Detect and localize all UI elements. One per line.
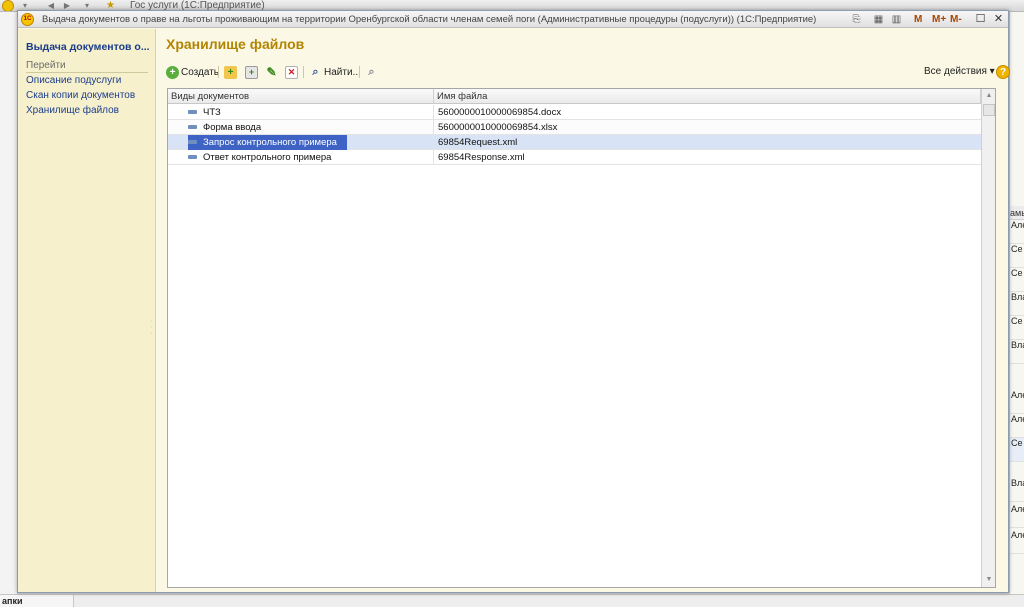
scroll-down-icon[interactable]: ▼: [982, 573, 996, 587]
help-icon[interactable]: ?: [996, 65, 1010, 79]
memory-plus-button[interactable]: M+: [932, 12, 946, 27]
memory-minus-button[interactable]: M-: [950, 12, 962, 27]
pencil-icon: ✎: [266, 64, 277, 79]
list-item[interactable]: Вла: [1010, 292, 1024, 316]
window-title: Выдача документов о праве на льготы прож…: [42, 14, 817, 25]
list-item[interactable]: Але: [1010, 414, 1024, 438]
cell-text: Ответ контрольного примера: [203, 152, 332, 163]
magnifier-icon: ⌕: [312, 65, 319, 78]
create-folder-button[interactable]: +: [224, 64, 237, 80]
background-bottom-bar: апки: [0, 594, 1024, 607]
scroll-up-icon[interactable]: ▲: [982, 89, 996, 103]
column-header-file-name[interactable]: Имя файла: [434, 89, 981, 104]
document-item-icon: [188, 140, 197, 144]
document-item-icon: [188, 125, 197, 129]
cell-text: Запрос контрольного примера: [188, 135, 347, 150]
toolbar-separator: [359, 66, 360, 78]
sidebar-item-scan-copies[interactable]: Скан копии документов: [26, 90, 135, 101]
list-item[interactable]: Але: [1010, 504, 1024, 528]
window-logo-icon: 1С: [21, 13, 34, 26]
table-row[interactable]: Форма ввода 5600000010000069854.xlsx: [168, 120, 981, 135]
table-row[interactable]: ЧТЗ 5600000010000069854.docx: [168, 105, 981, 120]
cell-file-name: 69854Request.xml: [438, 137, 518, 148]
toolbar: + Создать + + ✎ ✕ ⌕ Найти... ⌕ Все дейст…: [166, 64, 1010, 80]
add-folder-icon: +: [224, 65, 237, 79]
table-header: Виды документов Имя файла: [168, 89, 981, 104]
column-header-document-type[interactable]: Виды документов: [168, 89, 434, 104]
copy-icon: +: [245, 65, 258, 79]
toolbar-separator: [218, 66, 219, 78]
edit-button[interactable]: ✎: [265, 64, 278, 80]
plus-circle-icon: +: [166, 65, 179, 79]
background-right-list: амы Але Се ров Се ров Вла Се ров Вла Але…: [1009, 12, 1024, 595]
table-row[interactable]: Ответ контрольного примера 69854Response…: [168, 150, 981, 165]
document-item-icon: [188, 110, 197, 114]
list-item[interactable]: Се ров: [1010, 438, 1024, 462]
link-icon[interactable]: ⎘: [850, 13, 863, 26]
list-item[interactable]: Се ров: [1010, 316, 1024, 340]
main-content: Хранилище файлов + Создать + + ✎ ✕ ⌕ Най…: [157, 29, 1010, 592]
navigation-sidebar: Выдача документов о... Перейти Описание …: [18, 29, 156, 592]
scroll-thumb[interactable]: [983, 104, 995, 116]
cancel-search-icon: ⌕: [368, 65, 375, 78]
cell-document-type: Форма ввода: [168, 120, 434, 135]
table-row-selected[interactable]: Запрос контрольного примера 69854Request…: [168, 135, 981, 150]
close-icon[interactable]: ✕: [992, 13, 1005, 26]
window-titlebar: 1С Выдача документов о праве на льготы п…: [18, 11, 1008, 28]
background-left-panel: [0, 12, 18, 595]
background-bottom-tab[interactable]: апки: [0, 595, 74, 607]
page-title: Хранилище файлов: [166, 36, 305, 52]
create-button[interactable]: + Создать: [166, 64, 219, 80]
splitter-handle[interactable]: · · ·: [150, 318, 153, 339]
cell-document-type: ЧТЗ: [168, 105, 434, 120]
memory-m-button[interactable]: M: [914, 12, 922, 27]
calculator-icon[interactable]: ▦: [872, 13, 885, 26]
maximize-icon[interactable]: ☐: [974, 13, 987, 26]
list-item[interactable]: Але: [1010, 220, 1024, 244]
app-logo-icon: [2, 0, 14, 11]
list-item[interactable]: Вла: [1010, 340, 1024, 364]
list-item[interactable]: Вла: [1010, 478, 1024, 502]
sidebar-item-service-description[interactable]: Описание подуслуги: [26, 75, 121, 86]
all-actions-menu[interactable]: Все действия ▾: [924, 64, 995, 80]
cell-document-type: Запрос контрольного примера: [168, 135, 434, 150]
calendar-icon[interactable]: ▥: [890, 13, 903, 26]
cell-text: Форма ввода: [203, 122, 262, 133]
background-list-header: амы: [1010, 206, 1024, 220]
cell-file-name: 5600000010000069854.xlsx: [438, 122, 558, 133]
sidebar-title[interactable]: Выдача документов о...: [26, 41, 152, 53]
list-item[interactable]: Се ров: [1010, 268, 1024, 292]
copy-button[interactable]: +: [245, 64, 258, 80]
find-button[interactable]: ⌕ Найти...: [309, 64, 361, 80]
create-button-label: Создать: [181, 66, 220, 78]
file-storage-window: 1С Выдача документов о праве на льготы п…: [17, 10, 1010, 593]
list-item[interactable]: Але: [1010, 390, 1024, 414]
document-item-icon: [188, 155, 197, 159]
delete-button[interactable]: ✕: [285, 64, 298, 80]
list-item[interactable]: Але: [1010, 530, 1024, 554]
delete-x-icon: ✕: [285, 65, 298, 79]
list-item[interactable]: Се ров: [1010, 244, 1024, 268]
find-button-label: Найти...: [324, 66, 361, 78]
cell-document-type: Ответ контрольного примера: [168, 150, 434, 165]
cell-file-name: 69854Response.xml: [438, 152, 525, 163]
cell-file-name: 5600000010000069854.docx: [438, 107, 562, 118]
vertical-scrollbar[interactable]: ▲ ▼: [981, 89, 995, 587]
cancel-search-button[interactable]: ⌕: [365, 64, 378, 80]
sidebar-section-heading: Перейти: [26, 60, 148, 73]
toolbar-separator: [303, 66, 304, 78]
files-table: Виды документов Имя файла ЧТЗ 5600000010…: [167, 88, 996, 588]
sidebar-item-file-storage[interactable]: Хранилище файлов: [26, 105, 119, 116]
